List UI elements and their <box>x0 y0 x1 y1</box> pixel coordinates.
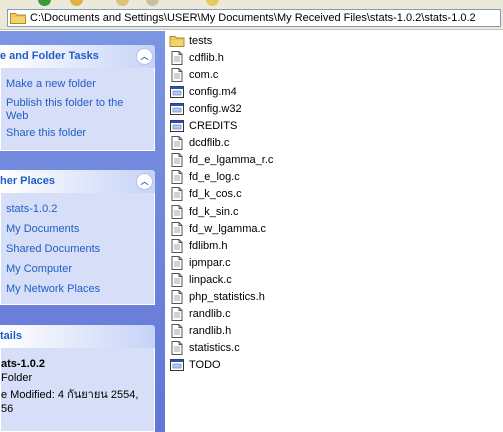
file-name: config.w32 <box>189 102 242 115</box>
text-file-icon <box>169 169 185 185</box>
file-folder-tasks-header[interactable]: e and Folder Tasks ︿ <box>0 45 155 68</box>
place-link-my-computer[interactable]: My Computer <box>6 263 72 276</box>
file-name: com.c <box>189 68 219 81</box>
file-list: tests cdflib.h com.c config.m4 config.w32 CRE… <box>165 31 503 432</box>
address-bar: C:\Documents and Settings\USER\My Docume… <box>0 6 503 30</box>
file-name: fd_w_lgamma.c <box>189 222 267 235</box>
details-name: ats-1.0.2 <box>1 358 46 370</box>
text-file-icon <box>169 204 185 220</box>
text-file-icon <box>169 255 185 271</box>
list-item[interactable]: fd_e_lgamma_r.c <box>169 152 273 169</box>
list-item[interactable]: TODO <box>169 357 221 374</box>
app-file-icon <box>169 357 185 373</box>
file-name: fdlibm.h <box>189 239 228 252</box>
app-file-icon <box>169 118 185 134</box>
file-name: linpack.c <box>189 273 232 286</box>
list-item[interactable]: randlib.c <box>169 306 231 323</box>
file-name: statistics.c <box>189 342 240 355</box>
place-link-shared-documents[interactable]: Shared Documents <box>6 243 100 256</box>
list-item[interactable]: fd_e_log.c <box>169 169 240 186</box>
panel-title: her Places <box>0 175 56 187</box>
list-item[interactable]: php_statistics.h <box>169 289 265 306</box>
list-item[interactable]: ipmpar.c <box>169 254 231 271</box>
make-new-folder-link[interactable]: Make a new folder <box>6 78 96 91</box>
panel-title: e and Folder Tasks <box>0 50 99 62</box>
share-folder-link[interactable]: Share this folder <box>6 127 86 140</box>
folder-icon <box>10 13 26 24</box>
publish-folder-link[interactable]: Publish this folder to the Web <box>6 97 131 123</box>
file-name: fd_k_cos.c <box>189 188 242 201</box>
text-file-icon <box>169 340 185 356</box>
list-item[interactable]: cdflib.h <box>169 49 224 66</box>
details-type: Folder <box>1 372 33 384</box>
file-name: fd_e_log.c <box>189 171 240 184</box>
text-file-icon <box>169 289 185 305</box>
list-item[interactable]: statistics.c <box>169 340 240 357</box>
file-name: TODO <box>189 359 221 372</box>
file-name: php_statistics.h <box>189 291 265 303</box>
app-file-icon <box>169 101 185 117</box>
file-name: fd_k_sin.c <box>189 205 239 218</box>
text-file-icon <box>169 272 185 288</box>
collapse-chevron-icon[interactable]: ︿ <box>136 173 153 190</box>
file-name: randlib.h <box>189 325 232 338</box>
address-path: C:\Documents and Settings\USER\My Docume… <box>30 12 476 24</box>
text-file-icon <box>169 135 185 151</box>
details-modified-cont: 56 <box>1 403 14 415</box>
list-item[interactable]: CREDITS <box>169 118 237 135</box>
list-item[interactable]: com.c <box>169 66 218 83</box>
list-item[interactable]: fdlibm.h <box>169 237 228 254</box>
list-item[interactable]: fd_k_sin.c <box>169 203 239 220</box>
file-name: fd_e_lgamma_r.c <box>189 154 274 167</box>
task-pane: e and Folder Tasks ︿ Make a new folder P… <box>0 31 165 432</box>
list-item[interactable]: dcdflib.c <box>169 135 229 152</box>
list-item[interactable]: fd_w_lgamma.c <box>169 220 266 237</box>
file-name: tests <box>189 34 213 47</box>
other-places-header[interactable]: her Places ︿ <box>0 170 155 193</box>
collapse-chevron-icon[interactable]: ︿ <box>136 48 153 65</box>
text-file-icon <box>169 323 185 339</box>
address-input[interactable]: C:\Documents and Settings\USER\My Docume… <box>7 9 501 27</box>
list-item[interactable]: fd_k_cos.c <box>169 186 242 203</box>
text-file-icon <box>169 186 185 202</box>
text-file-icon <box>169 221 185 237</box>
text-file-icon <box>169 238 185 254</box>
folder-icon <box>169 33 185 49</box>
text-file-icon <box>169 152 185 168</box>
file-name: cdflib.h <box>189 51 224 64</box>
details-modified: e Modified: 4 กันยายน 2554, <box>1 389 139 401</box>
text-file-icon <box>169 67 185 83</box>
app-file-icon <box>169 84 185 100</box>
file-name: dcdflib.c <box>189 137 230 150</box>
list-item[interactable]: tests <box>169 32 212 49</box>
text-file-icon <box>169 306 185 322</box>
panel-title: tails <box>0 330 23 342</box>
list-item[interactable]: config.w32 <box>169 100 242 117</box>
place-link-my-documents[interactable]: My Documents <box>6 223 79 236</box>
file-name: config.m4 <box>189 85 237 98</box>
file-name: ipmpar.c <box>189 256 231 269</box>
list-item[interactable]: randlib.h <box>169 323 231 340</box>
details-header[interactable]: tails <box>0 325 155 348</box>
file-name: CREDITS <box>189 120 238 132</box>
place-link-my-network-places[interactable]: My Network Places <box>6 283 100 296</box>
place-link-stats[interactable]: stats-1.0.2 <box>6 203 57 216</box>
text-file-icon <box>169 50 185 66</box>
list-item[interactable]: linpack.c <box>169 271 232 288</box>
file-folder-tasks-body: Make a new folder Publish this folder to… <box>0 68 155 151</box>
list-item[interactable]: config.m4 <box>169 83 237 100</box>
other-places-body: stats-1.0.2 My Documents Shared Document… <box>0 193 155 305</box>
details-body: ats-1.0.2 Folder e Modified: 4 กันยายน 2… <box>0 348 155 432</box>
file-name: randlib.c <box>189 308 231 321</box>
